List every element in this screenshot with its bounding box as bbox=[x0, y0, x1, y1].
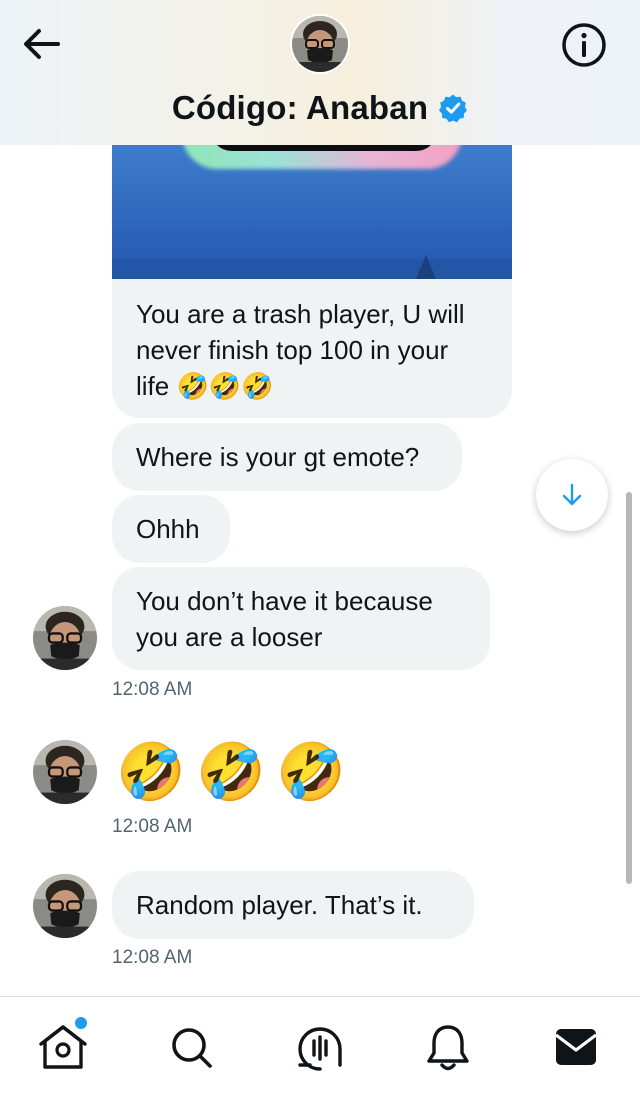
back-arrow-icon bbox=[24, 29, 60, 59]
emoji-message[interactable]: 🤣 bbox=[276, 738, 346, 806]
title-row: Código: Anaban bbox=[0, 86, 640, 130]
avatar-image bbox=[33, 874, 97, 938]
notification-dot bbox=[75, 1017, 87, 1029]
back-button[interactable] bbox=[20, 26, 64, 62]
verified-badge-icon bbox=[439, 94, 468, 123]
message-timestamp: 12:08 AM bbox=[112, 947, 193, 968]
info-button[interactable] bbox=[561, 22, 607, 68]
message-bubble[interactable]: Where is your gt emote? bbox=[112, 423, 462, 491]
message-bubble[interactable]: Ohhh bbox=[112, 495, 230, 563]
message-text: You don’t have it because you are a loos… bbox=[136, 585, 433, 652]
avatar-image bbox=[33, 606, 97, 670]
message-bubble[interactable]: Random player. That’s it. bbox=[112, 871, 474, 939]
message-text: Random player. That’s it. bbox=[136, 890, 423, 920]
sender-avatar[interactable] bbox=[33, 606, 97, 670]
scrollbar[interactable] bbox=[626, 492, 632, 884]
info-icon bbox=[562, 23, 606, 67]
arrow-down-icon bbox=[562, 483, 582, 506]
avatar-image bbox=[292, 16, 348, 72]
spaces-icon bbox=[298, 1027, 342, 1071]
emoji-message[interactable]: 🤣 bbox=[196, 738, 266, 806]
message-timestamp: 12:08 AM bbox=[112, 816, 193, 837]
message-emoji: 🤣🤣🤣 bbox=[176, 370, 274, 401]
message-bubble[interactable]: You are a trash player, U will never fin… bbox=[112, 279, 512, 418]
tab-spaces[interactable] bbox=[290, 1019, 350, 1075]
bottom-tab-bar bbox=[0, 996, 640, 1097]
sender-avatar[interactable] bbox=[33, 740, 97, 804]
message-timestamp: 12:08 AM bbox=[112, 679, 193, 700]
messages-icon bbox=[555, 1029, 597, 1065]
emoji-message[interactable]: 🤣 bbox=[116, 738, 186, 806]
message-bubble[interactable]: You don’t have it because you are a loos… bbox=[112, 567, 490, 670]
conversation-title[interactable]: Código: Anaban bbox=[172, 89, 428, 127]
notifications-icon bbox=[427, 1025, 469, 1071]
avatar-image bbox=[33, 740, 97, 804]
message-text: Ohhh bbox=[136, 514, 200, 544]
scroll-to-bottom-button[interactable] bbox=[536, 459, 608, 531]
tab-messages[interactable] bbox=[546, 1019, 606, 1075]
tab-search[interactable] bbox=[162, 1019, 222, 1075]
header-avatar[interactable] bbox=[290, 14, 350, 74]
message-text: Where is your gt emote? bbox=[136, 442, 420, 472]
search-icon bbox=[172, 1028, 212, 1068]
tab-notifications[interactable] bbox=[418, 1019, 478, 1075]
tab-home[interactable] bbox=[33, 1017, 93, 1075]
message-media-image[interactable] bbox=[112, 145, 512, 279]
conversation-header: Código: Anaban bbox=[0, 0, 640, 145]
sender-avatar[interactable] bbox=[33, 874, 97, 938]
